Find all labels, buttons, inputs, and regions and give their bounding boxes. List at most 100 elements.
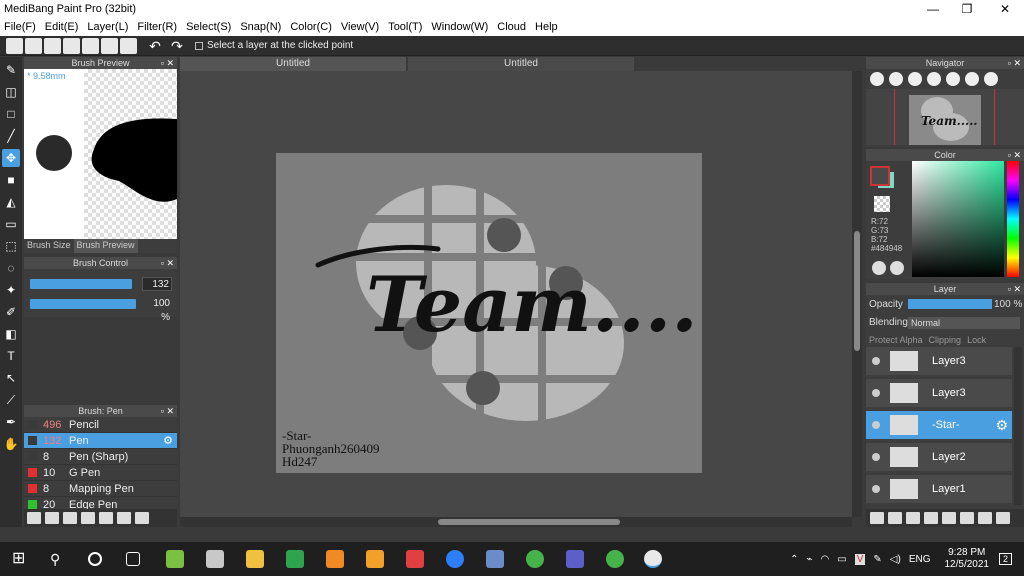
undo-button[interactable]: ↶: [145, 38, 165, 54]
pen-icon[interactable]: ✎: [873, 554, 881, 565]
visibility-icon[interactable]: [872, 453, 880, 461]
grid-icon[interactable]: [101, 37, 118, 54]
close-icon[interactable]: ▫ ✕: [161, 257, 174, 269]
app-icon[interactable]: [366, 550, 384, 568]
blending-select[interactable]: Normal: [908, 317, 1020, 329]
zoom-in-icon[interactable]: [870, 72, 884, 86]
select-eraser-tool-icon[interactable]: ◧: [2, 325, 20, 343]
app-icon[interactable]: [166, 550, 184, 568]
tab-brush-preview[interactable]: Brush Preview: [73, 239, 138, 253]
brush-tool-icon[interactable]: ✎: [2, 61, 20, 79]
gear-icon[interactable]: ⚙: [995, 417, 1008, 434]
trash-icon[interactable]: [135, 512, 149, 524]
doc-tab-2[interactable]: Untitled: [408, 57, 634, 71]
magic-wand-tool-icon[interactable]: ✦: [2, 281, 20, 299]
medibang-icon[interactable]: [644, 550, 662, 568]
transparent-color-swatch[interactable]: [874, 196, 890, 212]
reset-rotation-icon[interactable]: [984, 72, 998, 86]
close-icon[interactable]: ▫ ✕: [161, 57, 174, 69]
language-indicator[interactable]: ENG: [909, 554, 931, 565]
add-brush-icon[interactable]: [63, 512, 77, 524]
app-tray-icon[interactable]: V: [854, 553, 866, 565]
app-icon[interactable]: [606, 550, 624, 568]
gradient-tool-icon[interactable]: ▭: [2, 215, 20, 233]
file-explorer-icon[interactable]: [246, 550, 264, 568]
new-brush-icon[interactable]: [45, 512, 59, 524]
move-tool-icon[interactable]: ✥: [2, 149, 20, 167]
menu-snap[interactable]: Snap(N): [240, 21, 281, 33]
comment-icon[interactable]: [44, 37, 61, 54]
meet-icon[interactable]: [286, 550, 304, 568]
brush-item[interactable]: 132 Pen ⚙: [24, 433, 177, 449]
close-icon[interactable]: ▫ ✕: [1008, 57, 1021, 69]
layer-scrollbar[interactable]: [1014, 347, 1022, 505]
select-rect-tool-icon[interactable]: ⬚: [2, 237, 20, 255]
new-layer-icon[interactable]: [870, 512, 884, 524]
zoom-out-icon[interactable]: [927, 72, 941, 86]
maximize-button[interactable]: ❐: [948, 0, 986, 18]
saturation-value-picker[interactable]: [912, 161, 1004, 277]
notification-badge[interactable]: 2: [998, 553, 1012, 565]
chevron-up-icon[interactable]: ⌃: [790, 554, 798, 565]
app-icon[interactable]: [406, 550, 424, 568]
window-icon[interactable]: [63, 37, 80, 54]
layer-item[interactable]: Layer1: [866, 475, 1012, 505]
start-icon[interactable]: ⊞: [12, 550, 30, 568]
menu-view[interactable]: View(V): [341, 21, 379, 33]
eraser-tool-icon[interactable]: ◫: [2, 83, 20, 101]
folder-icon[interactable]: [942, 512, 956, 524]
clock[interactable]: 9:28 PM 12/5/2021: [944, 547, 989, 571]
hue-slider[interactable]: [1007, 161, 1019, 277]
text-tool-icon[interactable]: T: [2, 347, 20, 365]
download-icon[interactable]: [27, 512, 41, 524]
share-icon[interactable]: [25, 37, 42, 54]
foreground-color-swatch[interactable]: [870, 166, 890, 186]
palette-icon[interactable]: [872, 261, 886, 275]
close-button[interactable]: ✕: [986, 0, 1024, 18]
menu-select[interactable]: Select(S): [186, 21, 231, 33]
pen-tool-icon[interactable]: ✒: [2, 413, 20, 431]
menu-window[interactable]: Window(W): [431, 21, 488, 33]
cortana-icon[interactable]: [88, 552, 102, 566]
menu-edit[interactable]: Edit(E): [45, 21, 79, 33]
close-icon[interactable]: ▫ ✕: [1008, 149, 1021, 161]
dot-tool-icon[interactable]: ╱: [2, 127, 20, 145]
teams-icon[interactable]: [566, 550, 584, 568]
merge-down-icon[interactable]: [978, 512, 992, 524]
brush-item[interactable]: 20 Edge Pen: [24, 497, 177, 509]
tab-brush-size[interactable]: Brush Size: [24, 239, 74, 253]
vertical-scrollbar[interactable]: [852, 71, 862, 517]
visibility-icon[interactable]: [872, 485, 880, 493]
volume-icon[interactable]: ◁): [890, 554, 901, 565]
snap-grid-icon[interactable]: [120, 37, 137, 54]
folder-open-icon[interactable]: [117, 512, 131, 524]
redo-button[interactable]: ↷: [167, 38, 187, 54]
search-icon[interactable]: ⚲: [50, 550, 68, 568]
brush-item[interactable]: 10 G Pen: [24, 465, 177, 481]
task-view-icon[interactable]: [126, 552, 140, 566]
brush-size-value[interactable]: 132: [142, 277, 172, 291]
fill-rect-tool-icon[interactable]: ■: [2, 171, 20, 189]
brush-settings-icon[interactable]: [81, 512, 95, 524]
menu-help[interactable]: Help: [535, 21, 558, 33]
cloud-icon[interactable]: [6, 37, 23, 54]
brush-item[interactable]: 496 Pencil: [24, 417, 177, 433]
add-layer-menu-icon[interactable]: [924, 512, 938, 524]
zalo-icon[interactable]: [446, 550, 464, 568]
operation-tool-icon[interactable]: ↖: [2, 369, 20, 387]
navigator-view[interactable]: Team.....: [866, 89, 1024, 145]
network-icon[interactable]: ⌁: [807, 554, 813, 565]
fit-icon[interactable]: [908, 72, 922, 86]
menu-file[interactable]: File(F): [4, 21, 36, 33]
layer-item[interactable]: Layer3: [866, 379, 1012, 409]
gear-icon[interactable]: ⚙: [163, 434, 173, 447]
duplicate-layer-icon[interactable]: [960, 512, 974, 524]
color-set-icon[interactable]: [890, 261, 904, 275]
layer-item[interactable]: Layer2: [866, 443, 1012, 473]
menu-cloud[interactable]: Cloud: [497, 21, 526, 33]
visibility-icon[interactable]: [872, 357, 880, 365]
page-icon[interactable]: [82, 37, 99, 54]
select-layer-checkbox[interactable]: [195, 41, 203, 50]
app-icon[interactable]: [326, 550, 344, 568]
menu-tool[interactable]: Tool(T): [388, 21, 422, 33]
